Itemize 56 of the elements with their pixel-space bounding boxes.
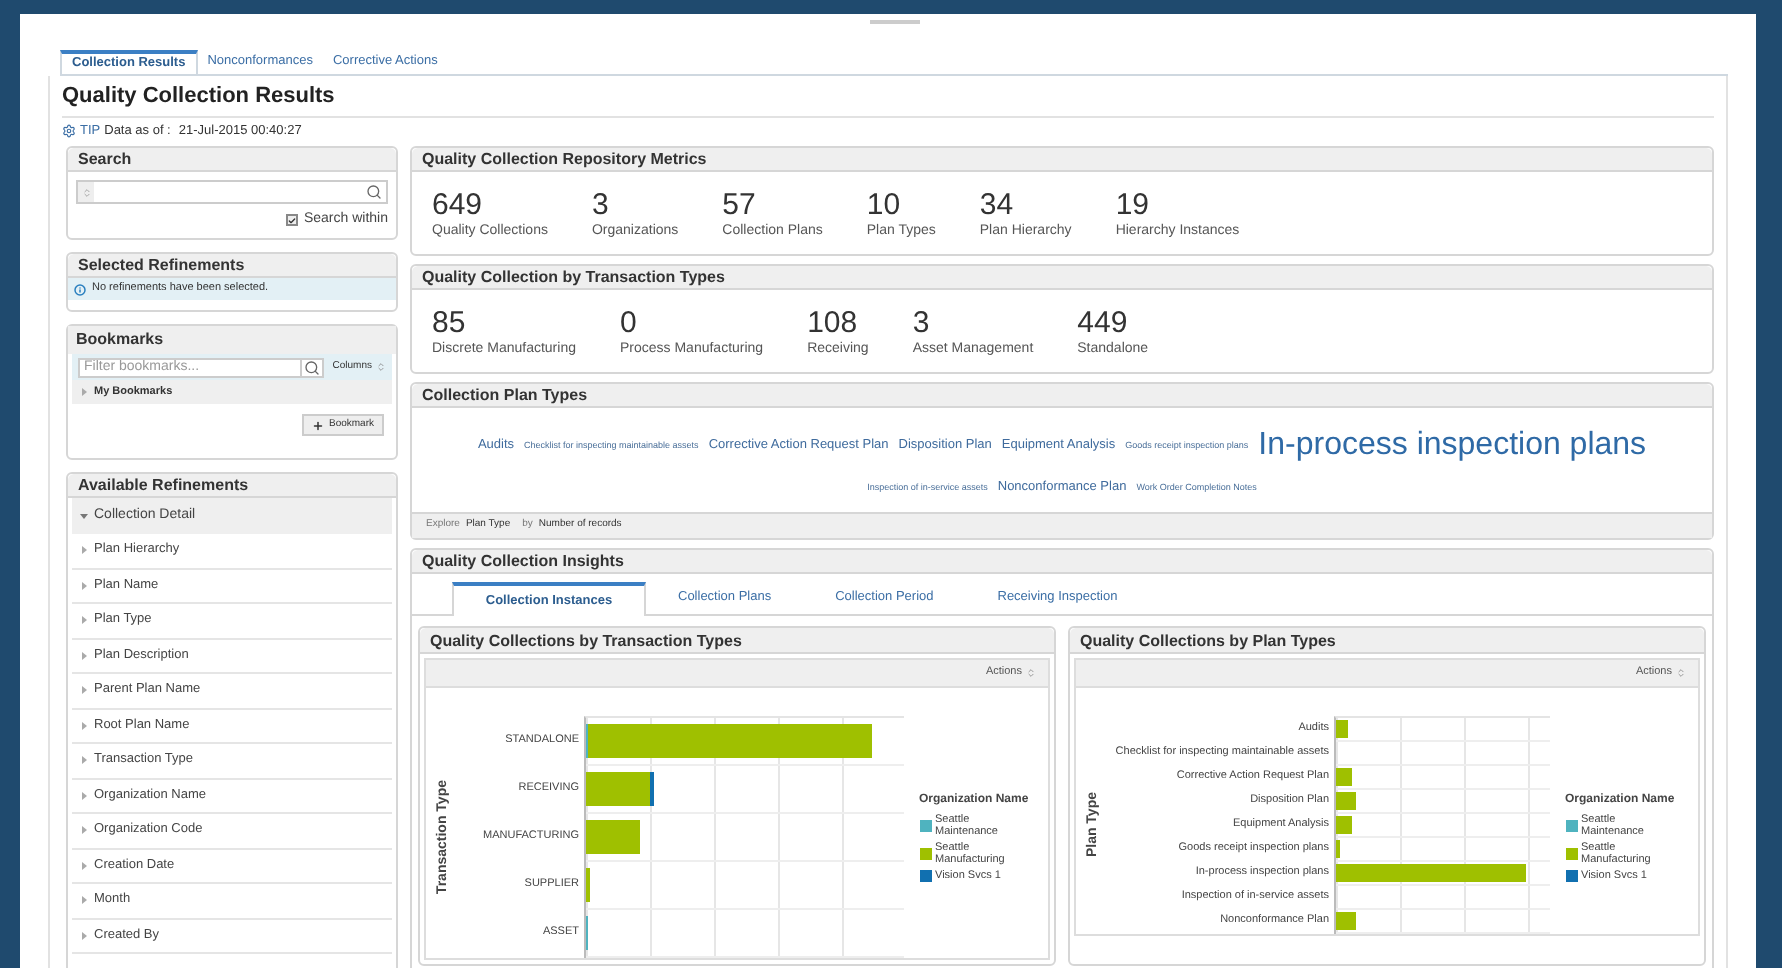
- page-title: Quality Collection Results: [62, 81, 335, 112]
- chart-bar: [1335, 792, 1357, 810]
- tag-cloud-term[interactable]: In-process inspection plans: [1258, 422, 1647, 471]
- metric-value: 108: [807, 308, 860, 340]
- panel-header: Quality Collections by Plan Types: [1070, 628, 1704, 654]
- expand-triangle-icon: [80, 388, 88, 396]
- expand-triangle-icon: [80, 651, 88, 660]
- metric-value: 19: [1115, 190, 1151, 222]
- sort-arrows-icon: [376, 362, 386, 372]
- info-icon: [74, 283, 86, 295]
- check-icon: [287, 215, 296, 226]
- metric-value: 649: [432, 190, 485, 222]
- panel-header: Quality Collection Insights: [412, 550, 1712, 574]
- expand-triangle-icon: [80, 826, 88, 835]
- chart-bar: [1335, 912, 1357, 930]
- chart-bar: [1335, 768, 1353, 786]
- metric-value: 85: [432, 308, 468, 340]
- expand-triangle-icon: [80, 721, 88, 730]
- chart-bar: [585, 820, 640, 854]
- chart-bar: [1335, 720, 1348, 738]
- metric-value: 3: [591, 190, 611, 222]
- plus-icon: [312, 419, 325, 431]
- tip-icon: [62, 124, 76, 138]
- panel-header: Quality Collection Repository Metrics: [412, 148, 1712, 172]
- expand-triangle-icon: [80, 931, 88, 940]
- expand-triangle-icon: [80, 791, 88, 800]
- expand-triangle-icon: [80, 861, 88, 870]
- drag-handle[interactable]: [870, 20, 920, 24]
- chart-bar: [585, 868, 590, 902]
- expand-triangle-icon: [80, 686, 88, 695]
- metric-value: 449: [1077, 308, 1130, 340]
- metric-value: 0: [619, 308, 639, 340]
- collapse-triangle-icon: [80, 512, 88, 520]
- panel-header: Quality Collection by Transaction Types: [412, 266, 1712, 290]
- sort-arrows-icon: [1676, 668, 1686, 678]
- expand-triangle-icon: [80, 756, 88, 765]
- search-button[interactable]: [302, 357, 325, 377]
- expand-triangle-icon: [80, 616, 88, 625]
- chart-bar: [1335, 840, 1340, 858]
- sort-arrows-icon: [1026, 668, 1036, 678]
- expand-triangle-icon: [80, 581, 88, 590]
- search-icon: [304, 359, 321, 375]
- checkbox[interactable]: [285, 214, 298, 227]
- expand-triangle-icon: [80, 546, 88, 555]
- metric-value: 57: [722, 190, 758, 222]
- metric-value: 34: [979, 190, 1016, 222]
- panel-header: Search: [68, 148, 396, 172]
- panel-header: Available Refinements: [68, 474, 396, 498]
- metric-value: 3: [912, 308, 932, 340]
- metric-value: 10: [866, 190, 903, 222]
- panel-header: Collection Plan Types: [412, 384, 1712, 408]
- expand-triangle-icon: [80, 896, 88, 905]
- panel-header: Bookmarks: [68, 326, 396, 354]
- chart-bar: [1335, 816, 1353, 834]
- panel-header: Selected Refinements: [68, 254, 396, 278]
- panel-header: Quality Collections by Transaction Types: [420, 628, 1054, 654]
